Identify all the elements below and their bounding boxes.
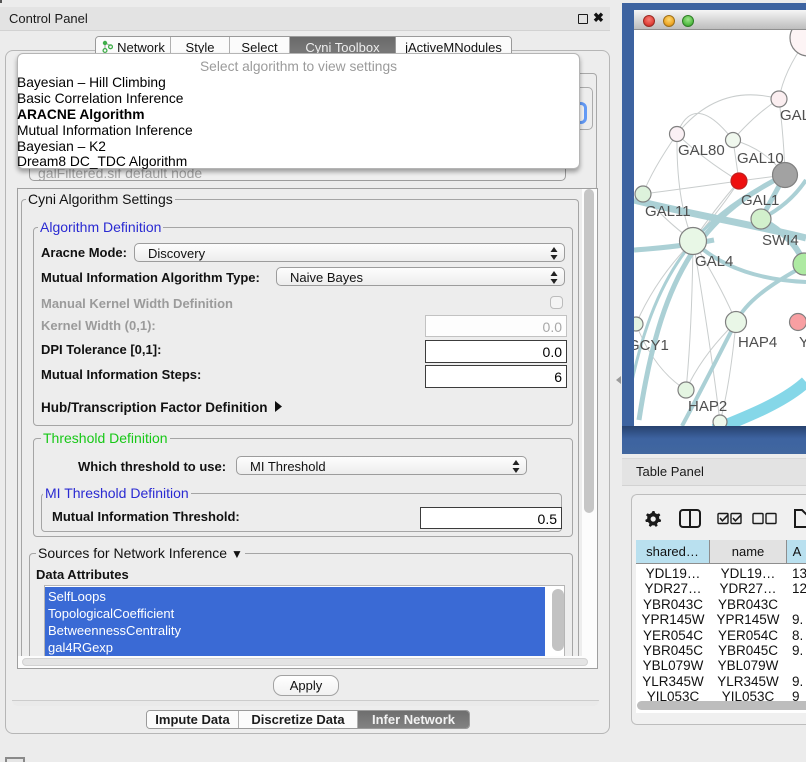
svg-text:GCY1: GCY1	[634, 337, 669, 354]
svg-text:GAL4: GAL4	[695, 253, 733, 270]
svg-text:GAL: GAL	[780, 107, 806, 124]
svg-text:SWI4: SWI4	[762, 232, 799, 249]
svg-text:GAL1: GAL1	[741, 192, 779, 209]
svg-text:Y: Y	[799, 334, 806, 351]
svg-text:GAL11: GAL11	[645, 203, 691, 220]
svg-text:HAP4: HAP4	[738, 334, 777, 351]
svg-text:GAL10: GAL10	[737, 150, 784, 167]
svg-text:HAP2: HAP2	[688, 398, 727, 415]
svg-text:GAL80: GAL80	[678, 142, 725, 159]
